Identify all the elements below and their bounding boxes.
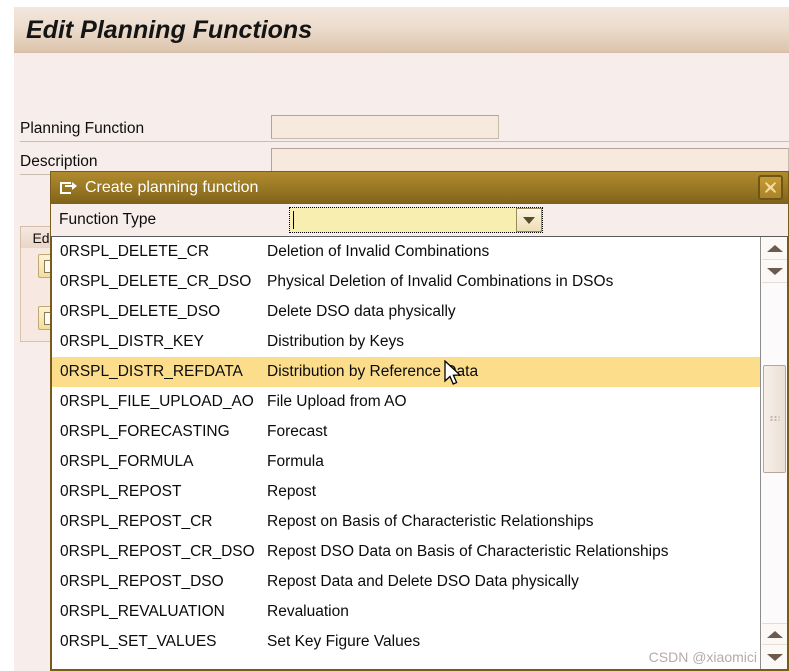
create-document-icon — [60, 181, 77, 196]
planning-function-label: Planning Function — [20, 120, 145, 137]
description-label: Description — [20, 153, 98, 170]
page-title: Edit Planning Functions — [26, 15, 313, 44]
dropdown-item[interactable]: 0RSPL_DELETE_CR Deletion of Invalid Combi… — [52, 237, 761, 267]
chevron-down-icon[interactable] — [516, 208, 542, 232]
dropdown-item-code: 0RSPL_SET_VALUES — [60, 633, 217, 650]
dropdown-item[interactable]: 0RSPL_SET_VALUES Set Key Figure Values — [52, 627, 761, 657]
dropdown-item-description: Repost on Basis of Characteristic Relati… — [267, 513, 594, 530]
dropdown-item[interactable]: 0RSPL_DISTR_REFDATA Distribution by Refer… — [52, 357, 761, 387]
app-titlebar: Edit Planning Functions — [14, 6, 789, 53]
dropdown-item[interactable]: 0RSPL_REVALUATION Revaluation — [52, 597, 761, 627]
dropdown-item[interactable]: 0RSPL_REPOST_CR Repost on Basis of Charac… — [52, 507, 761, 537]
dialog-title: Create planning function — [85, 179, 259, 196]
description-input[interactable] — [271, 148, 789, 172]
dropdown-item-description: Delete DSO data physically — [267, 303, 456, 320]
dropdown-item[interactable]: 0RSPL_REPOST Repost — [52, 477, 761, 507]
scroll-down-icon[interactable] — [762, 261, 787, 283]
function-type-input[interactable] — [290, 208, 516, 232]
dropdown-item[interactable]: 0RSPL_FILE_UPLOAD_AO File Upload from AO — [52, 387, 761, 417]
dropdown-scrollbar[interactable] — [760, 237, 787, 669]
dropdown-item-code: 0RSPL_FILE_UPLOAD_AO — [60, 393, 254, 410]
dropdown-item-code: 0RSPL_DELETE_CR — [60, 243, 210, 260]
planning-function-input[interactable] — [271, 115, 499, 139]
window-left-edge — [0, 0, 14, 671]
dropdown-item[interactable]: 0RSPL_DELETE_CR_DSO Physical Deletion of … — [52, 267, 761, 297]
dropdown-item-code: 0RSPL_DISTR_KEY — [60, 333, 204, 350]
dropdown-item-description: File Upload from AO — [267, 393, 407, 410]
function-type-row: Function Type — [51, 204, 788, 236]
dropdown-item-description: Revaluation — [267, 603, 349, 620]
scroll-down-icon-bottom[interactable] — [762, 646, 787, 668]
dropdown-item-code: 0RSPL_FORECASTING — [60, 423, 230, 440]
dropdown-item-description: Repost — [267, 483, 317, 500]
dropdown-item[interactable]: 0RSPL_FORMULA Formula — [52, 447, 761, 477]
dropdown-item-description: Repost Data and Delete DSO Data physical… — [267, 573, 579, 590]
form-divider-1 — [20, 141, 789, 142]
dropdown-item-code: 0RSPL_DELETE_CR_DSO — [60, 273, 252, 290]
background-tab-label: Ed — [32, 229, 50, 246]
app-window: Edit Planning Functions Planning Functio… — [0, 0, 789, 671]
dropdown-item[interactable]: 0RSPL_DELETE_DSO Delete DSO data physical… — [52, 297, 761, 327]
dropdown-item-code: 0RSPL_REPOST_CR — [60, 513, 213, 530]
dropdown-item-code: 0RSPL_REPOST_CR_DSO — [60, 543, 255, 560]
dropdown-item-code: 0RSPL_REPOST — [60, 483, 182, 500]
dialog-titlebar: Create planning function — [51, 172, 788, 204]
dropdown-item[interactable]: 0RSPL_FORECASTING Forecast — [52, 417, 761, 447]
dropdown-item-description: Set Key Figure Values — [267, 633, 421, 650]
function-type-field-wrapper[interactable] — [289, 207, 543, 233]
text-caret — [293, 211, 294, 229]
dropdown-item-code: 0RSPL_DELETE_DSO — [60, 303, 221, 320]
dropdown-item-description: Deletion of Invalid Combinations — [267, 243, 490, 260]
scrollbar-grip — [770, 416, 779, 422]
dropdown-item-description: Distribution by Reference Data — [267, 363, 479, 380]
close-icon[interactable] — [758, 175, 783, 200]
dropdown-item-description: Forecast — [267, 423, 328, 440]
planning-function-row: Planning Function — [20, 117, 144, 141]
dropdown-item-description: Formula — [267, 453, 324, 470]
dropdown-item-code: 0RSPL_REVALUATION — [60, 603, 225, 620]
dropdown-item-code: 0RSPL_DISTR_REFDATA — [60, 363, 243, 380]
dropdown-item-description: Distribution by Keys — [267, 333, 404, 350]
function-type-label: Function Type — [59, 211, 157, 228]
dropdown-item-code: 0RSPL_FORMULA — [60, 453, 194, 470]
function-type-dropdown[interactable]: 0RSPL_DELETE_CR Deletion of Invalid Combi… — [51, 236, 788, 670]
dropdown-item-description: Physical Deletion of Invalid Combination… — [267, 273, 614, 290]
dropdown-item[interactable]: 0RSPL_REPOST_DSO Repost Data and Delete D… — [52, 567, 761, 597]
scroll-up-icon-bottom[interactable] — [762, 623, 787, 645]
dropdown-list[interactable]: 0RSPL_DELETE_CR Deletion of Invalid Combi… — [52, 237, 761, 669]
dropdown-item-description: Repost DSO Data on Basis of Characterist… — [267, 543, 669, 560]
create-planning-function-dialog: Create planning function Function Type 0… — [50, 171, 789, 671]
dropdown-item[interactable]: 0RSPL_DISTR_KEY Distribution by Keys — [52, 327, 761, 357]
scrollbar-thumb[interactable] — [763, 365, 786, 473]
dropdown-item-code: 0RSPL_REPOST_DSO — [60, 573, 224, 590]
scroll-up-icon[interactable] — [762, 238, 787, 260]
dropdown-item[interactable]: 0RSPL_REPOST_CR_DSO Repost DSO Data on Ba… — [52, 537, 761, 567]
